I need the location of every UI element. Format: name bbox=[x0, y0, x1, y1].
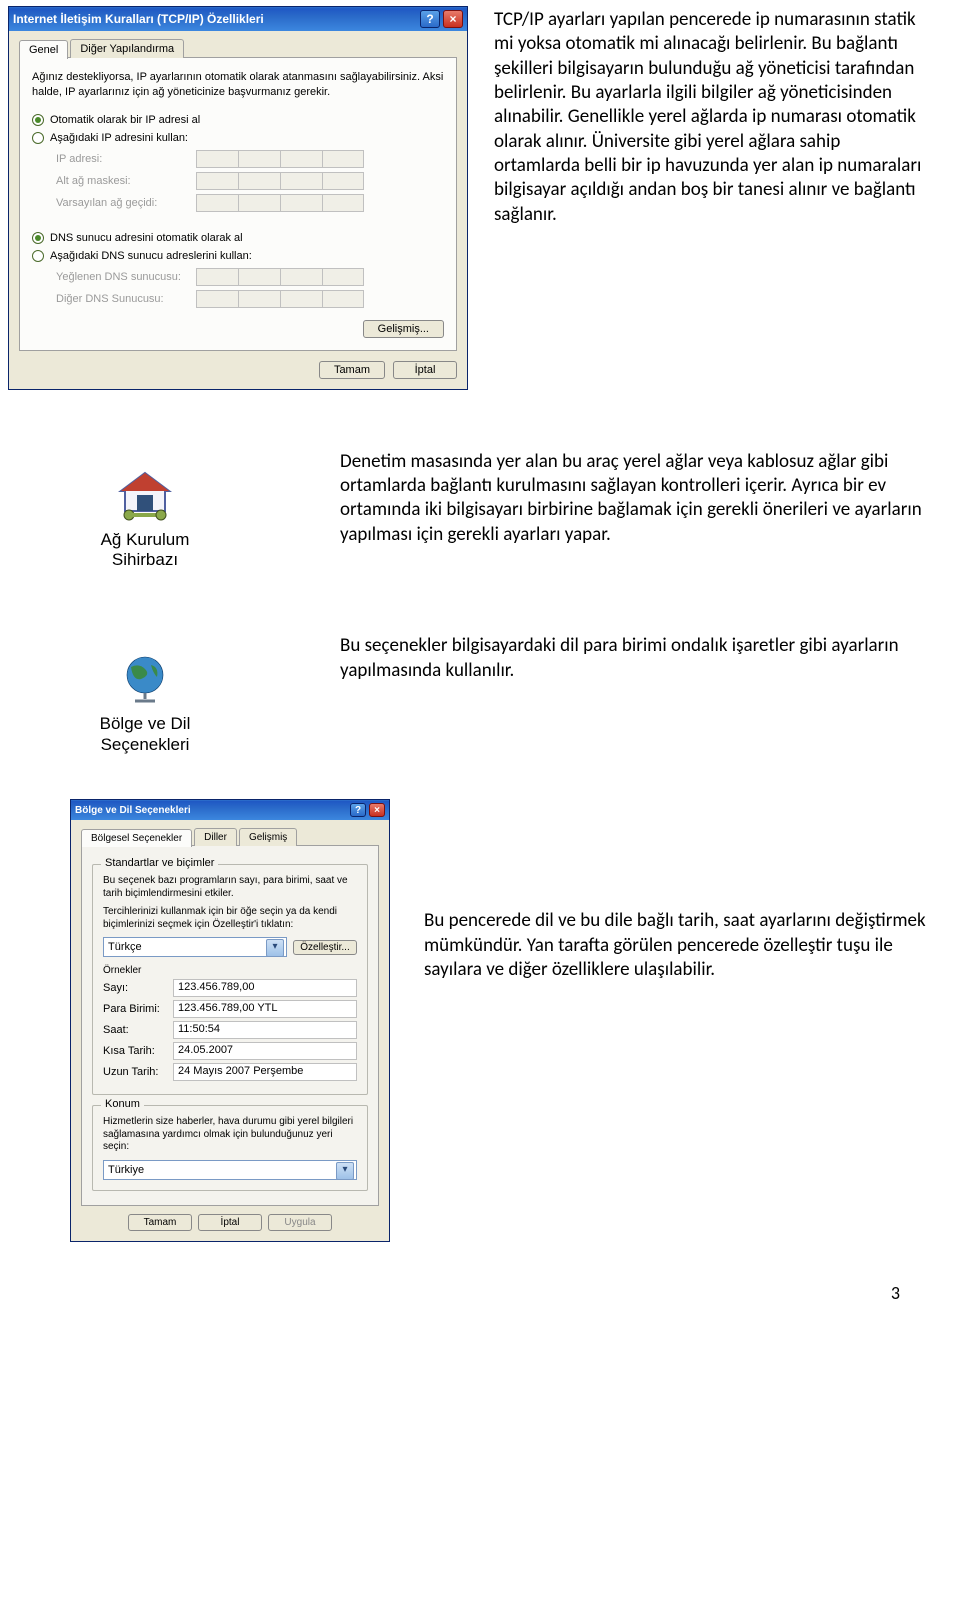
tab-genel[interactable]: Genel bbox=[19, 40, 68, 59]
label-ip-adresi: IP adresi: bbox=[56, 153, 196, 165]
k-kisa-tarih: Kısa Tarih: bbox=[103, 1045, 173, 1057]
paragraph-tcpip: TCP/IP ayarları yapılan pencerede ip num… bbox=[494, 8, 930, 227]
globe-icon bbox=[113, 652, 177, 706]
cpl-regional-label: Bölge ve Dil Seçenekleri bbox=[70, 714, 220, 755]
tamam-button[interactable]: Tamam bbox=[128, 1214, 192, 1231]
lang-select[interactable]: Türkçe bbox=[103, 937, 287, 957]
tab-bolgesel-secenekler[interactable]: Bölgesel Seçenekler bbox=[81, 829, 192, 847]
radio-ip-manual-label: Aşağıdaki IP adresini kullan: bbox=[50, 132, 188, 144]
page-number: 3 bbox=[0, 1242, 960, 1314]
v-para: 123.456.789,00 YTL bbox=[173, 1000, 357, 1018]
region-dialog: Bölge ve Dil Seçenekleri ? × Bölgesel Se… bbox=[70, 799, 390, 1242]
tab-gelismis[interactable]: Gelişmiş bbox=[239, 828, 297, 846]
ip-adresi-field bbox=[196, 150, 444, 168]
v-sayi: 123.456.789,00 bbox=[173, 979, 357, 997]
location-intro: Hizmetlerin size haberler, hava durumu g… bbox=[103, 1116, 357, 1154]
k-saat: Saat: bbox=[103, 1024, 173, 1036]
close-button[interactable]: × bbox=[369, 803, 385, 817]
formats-intro2: Tercihlerinizi kullanmak için bir öğe se… bbox=[103, 906, 357, 931]
location-select-value: Türkiye bbox=[108, 1164, 144, 1176]
tcpip-dialog: Internet İletişim Kuralları (TCP/IP) Öze… bbox=[8, 6, 468, 390]
label-varsayilan-gecidi: Varsayılan ağ geçidi: bbox=[56, 197, 196, 209]
radio-dns-auto-label: DNS sunucu adresini otomatik olarak al bbox=[50, 232, 243, 244]
formats-intro1: Bu seçenek bazı programların sayı, para … bbox=[103, 875, 357, 900]
close-button[interactable]: × bbox=[443, 10, 463, 28]
tab-diger-yapilandirma[interactable]: Diğer Yapılandırma bbox=[70, 39, 184, 58]
k-sayi: Sayı: bbox=[103, 982, 173, 994]
gelismis-button[interactable]: Gelişmiş... bbox=[363, 320, 444, 338]
radio-dns-auto[interactable] bbox=[32, 232, 44, 244]
group-location-title: Konum bbox=[101, 1098, 144, 1110]
v-kisa-tarih: 24.05.2007 bbox=[173, 1042, 357, 1060]
paragraph-network-wizard: Denetim masasında yer alan bu araç yerel… bbox=[340, 450, 930, 547]
region-title: Bölge ve Dil Seçenekleri bbox=[75, 805, 191, 816]
iptal-button[interactable]: İptal bbox=[198, 1214, 262, 1231]
cpl-regional[interactable]: Bölge ve Dil Seçenekleri bbox=[0, 634, 220, 759]
radio-dns-manual-label: Aşağıdaki DNS sunucu adreslerini kullan: bbox=[50, 250, 252, 262]
uygula-button[interactable]: Uygula bbox=[268, 1214, 332, 1231]
varsayilan-gecidi-field bbox=[196, 194, 444, 212]
tcpip-intro-text: Ağınız destekliyorsa, IP ayarlarının oto… bbox=[32, 70, 444, 100]
radio-ip-manual[interactable] bbox=[32, 132, 44, 144]
k-uzun-tarih: Uzun Tarih: bbox=[103, 1066, 173, 1078]
tamam-button[interactable]: Tamam bbox=[319, 361, 385, 379]
k-para: Para Birimi: bbox=[103, 1003, 173, 1015]
alt-ag-maskesi-field bbox=[196, 172, 444, 190]
diger-dns-field bbox=[196, 290, 444, 308]
ozellestir-button[interactable]: Özelleştir... bbox=[293, 940, 357, 955]
location-select[interactable]: Türkiye bbox=[103, 1160, 357, 1180]
paragraph-regional: Bu seçenekler bilgisayardaki dil para bi… bbox=[340, 634, 930, 683]
region-titlebar: Bölge ve Dil Seçenekleri ? × bbox=[71, 800, 389, 820]
iptal-button[interactable]: İptal bbox=[393, 361, 457, 379]
label-yeglenen-dns: Yeğlenen DNS sunucusu: bbox=[56, 271, 196, 283]
lang-select-value: Türkçe bbox=[108, 941, 142, 953]
cpl-network-wizard[interactable]: Ağ Kurulum Sihirbazı bbox=[0, 450, 220, 575]
v-saat: 11:50:54 bbox=[173, 1021, 357, 1039]
label-diger-dns: Diğer DNS Sunucusu: bbox=[56, 293, 196, 305]
yeglenen-dns-field bbox=[196, 268, 444, 286]
house-network-icon bbox=[113, 468, 177, 522]
help-button[interactable]: ? bbox=[350, 803, 366, 817]
tcpip-title: Internet İletişim Kuralları (TCP/IP) Öze… bbox=[13, 12, 264, 26]
tcpip-titlebar: Internet İletişim Kuralları (TCP/IP) Öze… bbox=[9, 7, 467, 31]
radio-dns-manual[interactable] bbox=[32, 250, 44, 262]
v-uzun-tarih: 24 Mayıs 2007 Perşembe bbox=[173, 1063, 357, 1081]
examples-title: Örnekler bbox=[103, 965, 357, 976]
help-button[interactable]: ? bbox=[420, 10, 440, 28]
group-formats-title: Standartlar ve biçimler bbox=[101, 857, 218, 869]
radio-ip-auto-label: Otomatik olarak bir IP adresi al bbox=[50, 114, 200, 126]
radio-ip-auto[interactable] bbox=[32, 114, 44, 126]
label-alt-ag-maskesi: Alt ağ maskesi: bbox=[56, 175, 196, 187]
tab-diller[interactable]: Diller bbox=[194, 828, 237, 846]
cpl-network-wizard-label: Ağ Kurulum Sihirbazı bbox=[70, 530, 220, 571]
paragraph-region-dialog: Bu pencerede dil ve bu dile bağlı tarih,… bbox=[424, 909, 930, 982]
